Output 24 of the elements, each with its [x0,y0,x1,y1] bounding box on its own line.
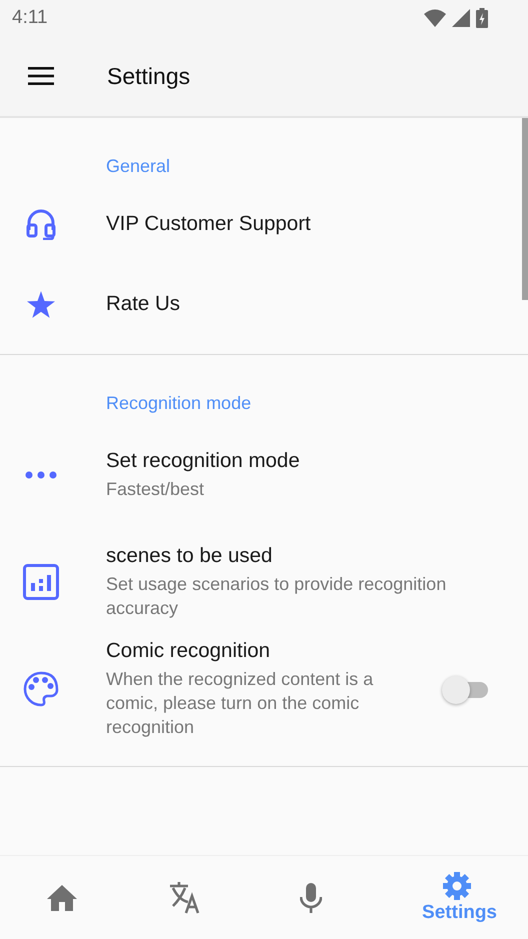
microphone-icon [300,882,322,912]
section-header: General [105,155,172,178]
settings-icon [443,872,471,900]
setting-title[interactable]: Rate Us [106,292,504,316]
headset-icon [26,208,56,240]
setting-title[interactable]: Comic recognition [106,638,418,662]
setting-description: Fastest/best [106,478,206,500]
status-time: 4:11 [12,7,48,29]
battery-icon [476,8,488,28]
signal-icon [452,9,470,27]
section-header: Recognition mode [105,392,252,415]
home-icon [47,884,78,910]
setting-title[interactable]: Set recognition mode [106,448,504,472]
chart-icon [23,564,59,600]
setting-title[interactable]: scenes to be used [106,544,504,568]
wifi-icon [424,9,446,27]
menu-icon[interactable] [28,67,54,85]
app-bar-title: Settings [107,62,190,90]
more-dots-icon [25,470,57,478]
star-icon [27,290,55,318]
setting-title[interactable]: VIP Customer Support [106,212,504,236]
setting-description: When the recognized content is a comic, please turn on the comic recognition [106,668,374,738]
palette-icon [23,670,59,706]
setting-description: Set usage scenarios to provide recognition accuracy [106,572,448,620]
